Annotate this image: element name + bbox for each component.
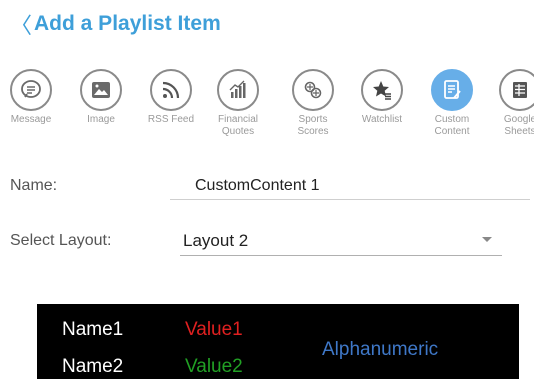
layout-select-underline xyxy=(180,255,502,256)
type-google-sheets[interactable]: Google Sheets xyxy=(486,69,534,138)
preview-value2: Value2 xyxy=(185,356,243,377)
type-watchlist[interactable]: Watchlist xyxy=(348,69,416,126)
page-title: Add a Playlist Item xyxy=(34,12,221,35)
type-financial-quotes[interactable]: Financial Quotes xyxy=(204,69,272,138)
name-label: Name: xyxy=(10,177,58,194)
type-sports-scores[interactable]: Sports Scores xyxy=(279,69,347,138)
preview-alphanumeric: Alphanumeric xyxy=(322,339,439,360)
message-icon xyxy=(10,69,52,111)
name-row: Name: CustomContent 1 xyxy=(10,173,530,203)
image-icon xyxy=(80,69,122,111)
type-custom-content[interactable]: Custom Content xyxy=(418,69,486,138)
name-input[interactable]: CustomContent 1 xyxy=(195,177,320,195)
type-image[interactable]: Image xyxy=(67,69,135,126)
content-type-picker: Message Image RSS Feed Financial Quotes S… xyxy=(0,69,534,149)
layout-select[interactable]: Layout 2 xyxy=(183,231,248,251)
preview-name1: Name1 xyxy=(62,319,124,340)
rss-icon xyxy=(150,69,192,111)
type-message[interactable]: Message xyxy=(0,69,65,126)
dropdown-arrow-icon[interactable] xyxy=(482,237,492,242)
preview-name2: Name2 xyxy=(62,356,124,377)
back-chevron-icon[interactable]: 〈 xyxy=(10,8,32,40)
google-sheets-icon xyxy=(499,69,534,111)
custom-content-icon xyxy=(431,69,473,111)
watchlist-icon xyxy=(361,69,403,111)
type-rss-feed[interactable]: RSS Feed xyxy=(137,69,205,126)
layout-label: Select Layout: xyxy=(10,232,112,249)
page-header: 〈 Add a Playlist Item xyxy=(10,8,221,40)
preview-value1: Value1 xyxy=(185,319,243,340)
name-input-underline xyxy=(170,199,530,200)
sports-scores-icon xyxy=(292,69,334,111)
layout-preview: Name1 Value1 Name2 Value2 Alphanumeric xyxy=(37,304,519,379)
layout-row: Select Layout: Layout 2 xyxy=(10,228,530,258)
financial-quotes-icon xyxy=(217,69,259,111)
